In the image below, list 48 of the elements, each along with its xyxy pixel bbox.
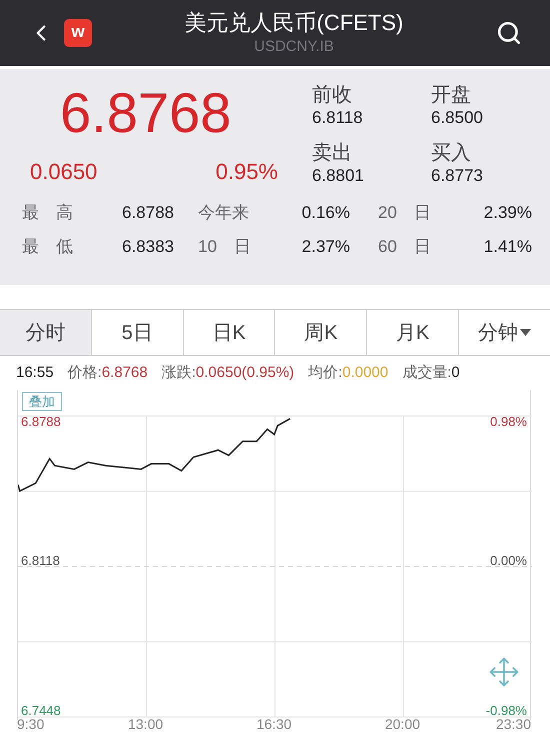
stat-label: 60 日	[378, 236, 431, 258]
price-axis-label: 6.7448	[21, 706, 61, 716]
price-axis-label: 6.8118	[21, 556, 60, 566]
info-value: 0.0650(0.95%)	[196, 362, 294, 383]
time-axis-label: 23:30	[496, 716, 531, 734]
quote-value: 6.8773	[431, 165, 484, 187]
quote-label: 前收	[312, 83, 353, 107]
info-value: 0.0000	[342, 362, 388, 383]
quote-label: 买入	[431, 141, 472, 165]
stat-value: 2.39%	[484, 202, 532, 224]
quote-label: 开盘	[431, 83, 472, 107]
quote-label: 卖出	[312, 141, 353, 165]
percent-axis-label: 0.98%	[490, 417, 527, 427]
info-value: 0	[451, 362, 460, 383]
percent-axis-label: 0.00%	[490, 556, 527, 566]
price-change: 0.0650	[30, 158, 98, 186]
stat-value: 0.16%	[302, 202, 350, 224]
percent-axis-label: -0.98%	[486, 706, 527, 716]
info-label: 涨跌:	[162, 362, 196, 383]
time-text: 16:55	[16, 362, 54, 383]
stat-value: 6.8383	[122, 236, 174, 258]
symbol-code: USDCNY.IB	[254, 37, 334, 57]
info-label: 均价:	[308, 362, 342, 383]
time-axis-label: 16:30	[256, 715, 292, 734]
info-label: 成交量:	[402, 362, 452, 383]
price-change-percent: 0.95%	[216, 158, 278, 186]
quote-value: 6.8500	[431, 107, 484, 129]
stat-label: 10 日	[198, 236, 251, 258]
app-logo[interactable]: w	[64, 19, 92, 47]
stat-value: 1.41%	[484, 236, 532, 258]
current-price: 6.8768	[60, 83, 232, 143]
chart-tab[interactable]: 分时	[0, 310, 92, 355]
time-axis-label: 20:00	[384, 715, 420, 734]
quote-value: 6.8801	[312, 165, 365, 187]
stat-label: 最 高	[22, 202, 73, 224]
info-label: 价格:	[68, 362, 102, 383]
info-value: 6.8768	[102, 362, 148, 383]
window-title: 美元兑人民币(CFETS)	[184, 10, 404, 36]
price-axis-label: 6.8788	[21, 417, 61, 427]
stat-label: 最 低	[22, 236, 73, 258]
search-icon[interactable]	[496, 20, 522, 46]
quote-value: 6.8118	[312, 107, 364, 129]
stat-label: 今年来	[198, 202, 249, 224]
time-axis-label: 13:00	[128, 715, 164, 734]
stat-label: 20 日	[378, 202, 431, 224]
stat-value: 2.37%	[302, 236, 350, 258]
stat-value: 6.8788	[122, 202, 174, 224]
time-axis-label: 9:30	[17, 716, 44, 734]
